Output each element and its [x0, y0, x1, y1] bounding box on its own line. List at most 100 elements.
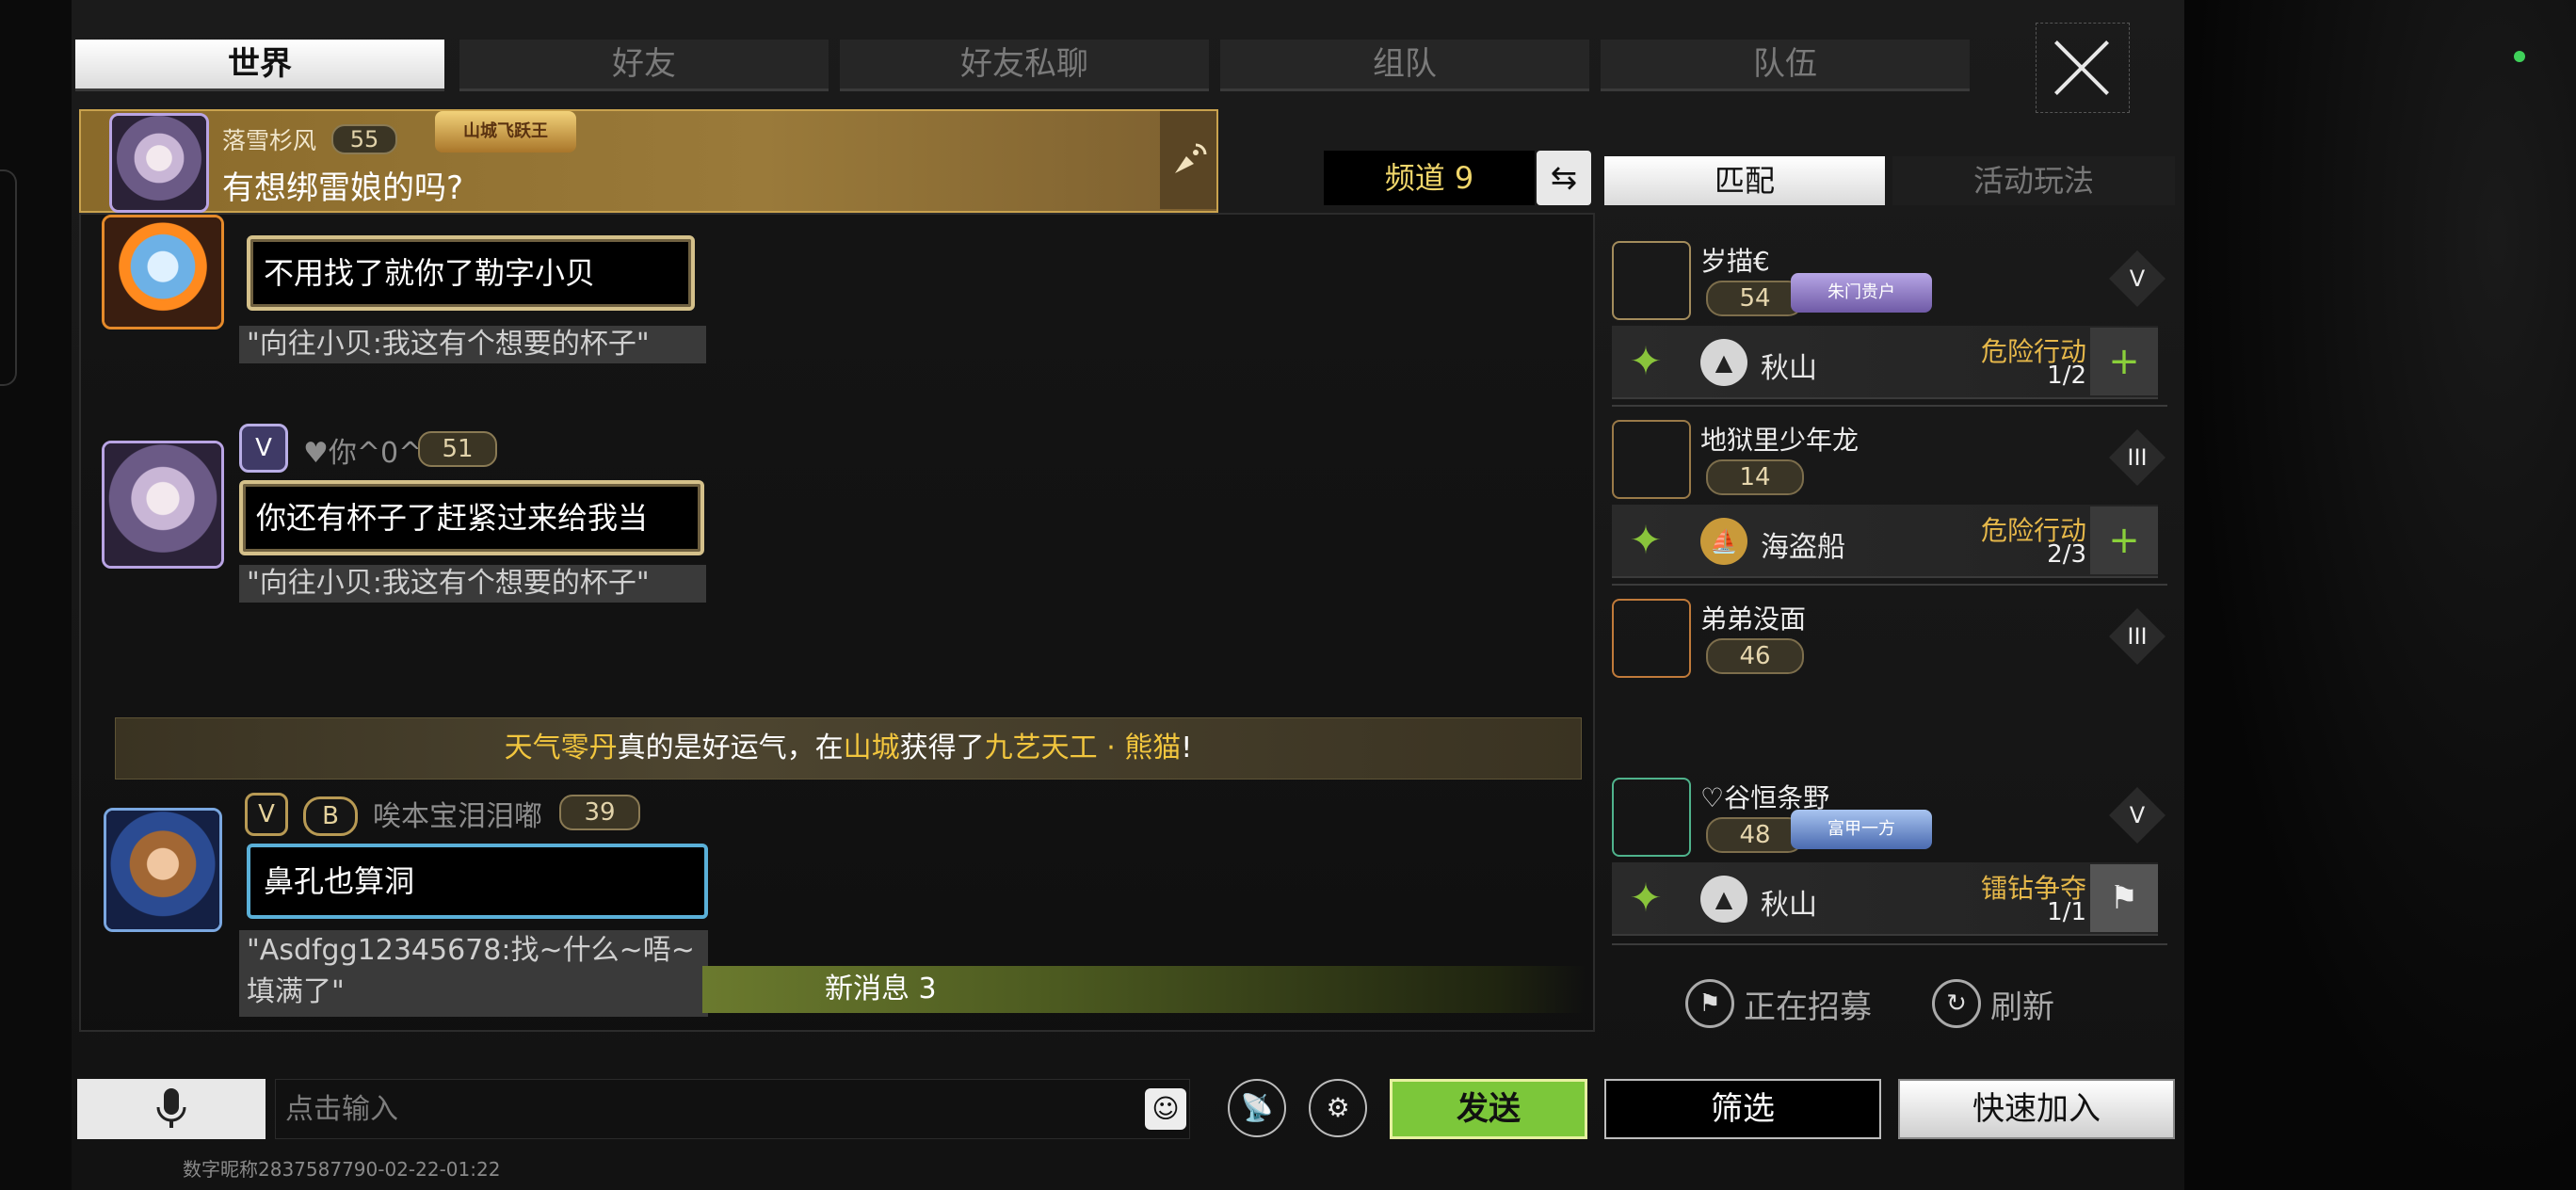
title-badge: 山城飞跃王: [435, 111, 576, 153]
new-messages-banner[interactable]: 新消息 3: [702, 966, 1587, 1013]
rank-icon: III: [2109, 608, 2165, 665]
quick-join-button[interactable]: 快速加入: [1898, 1079, 2175, 1139]
title-badge: 富甲一方: [1791, 810, 1932, 849]
pinned-message[interactable]: 落雪杉风 55 山城飞跃王 有想绑雷娘的吗?: [79, 109, 1218, 213]
list-item[interactable]: ♡谷恒条野 48 富甲一方 V ✦ ▲ 秋山 镭钻争夺 1/1 ⚑: [1612, 778, 2175, 938]
tab-friend-chat[interactable]: 好友私聊: [840, 40, 1209, 91]
chat-bubble: 你还有杯子了赶紧过来给我当: [239, 480, 704, 555]
announcement-text: !: [1181, 732, 1193, 764]
mountain-icon: ▲: [1700, 876, 1747, 923]
background-right: [2184, 0, 2576, 1190]
announcement-text: 获得了: [899, 732, 985, 764]
level-badge: 55: [331, 124, 397, 154]
avatar[interactable]: [1612, 778, 1691, 857]
quote-text: "向往小贝:我这有个想要的杯子": [239, 326, 706, 363]
map-name: 秋山: [1761, 352, 1817, 385]
swap-icon[interactable]: ⇆: [1537, 151, 1591, 205]
tab-world[interactable]: 世界: [75, 40, 444, 91]
tab-match[interactable]: 匹配: [1604, 156, 1885, 205]
team-leader-name: 弟弟没面: [1700, 603, 1807, 635]
avatar[interactable]: [102, 215, 224, 330]
close-icon[interactable]: [2036, 23, 2130, 113]
divider: [1612, 943, 2167, 945]
map-name: 海盗船: [1761, 531, 1845, 564]
recruiting-button[interactable]: ⚑ 正在招募: [1685, 979, 1872, 1028]
vip-badge: V: [239, 424, 288, 473]
quote-text: "Asdfgg12345678:找~什么~唔~填满了": [239, 930, 708, 1017]
avatar[interactable]: [104, 808, 222, 932]
team-info-row: ✦ ⛵ 海盗船 危险行动 2/3 +: [1612, 505, 2158, 578]
side-handle[interactable]: [0, 169, 17, 386]
avatar[interactable]: [1612, 241, 1691, 320]
flag-icon: ⚑: [1685, 979, 1734, 1028]
member-count: 1/2: [2047, 362, 2086, 390]
footer-watermark: 数字昵称2837587790-02-22-01:22: [183, 1158, 501, 1181]
status-dot: [2514, 51, 2525, 62]
divider: [1612, 405, 2167, 407]
pinned-name: 落雪杉风: [222, 127, 317, 154]
avatar[interactable]: [102, 441, 224, 569]
mic-icon[interactable]: [77, 1079, 266, 1139]
tab-friends[interactable]: 好友: [459, 40, 829, 91]
sender-name: ♥你^0^: [303, 437, 423, 470]
pinned-text: 有想绑雷娘的吗?: [222, 169, 464, 207]
refresh-button[interactable]: ↻ 刷新: [1932, 979, 2054, 1028]
tab-activities[interactable]: 活动玩法: [1892, 156, 2175, 205]
wing-icon: ✦: [1629, 875, 1663, 921]
list-item[interactable]: 弟弟没面 46 III: [1612, 599, 2175, 712]
player-name: 天气零丹: [504, 732, 618, 764]
level-badge: 46: [1706, 638, 1804, 674]
emoji-icon[interactable]: ☺: [1145, 1088, 1186, 1130]
rank-icon: V: [2109, 787, 2165, 844]
divider: [1612, 584, 2167, 586]
list-item[interactable]: 地狱里少年龙 14 III ✦ ⛵ 海盗船 危险行动 2/3 +: [1612, 420, 2175, 580]
ship-icon: ⛵: [1700, 518, 1747, 565]
broadcast-icon[interactable]: [1160, 111, 1216, 209]
rank-icon: III: [2109, 429, 2165, 486]
level-badge: 51: [418, 431, 497, 467]
chat-bubble: 不用找了就你了勒字小贝: [247, 235, 695, 311]
join-button[interactable]: +: [2090, 507, 2158, 574]
chat-bubble: 鼻孔也算洞: [247, 844, 708, 919]
team-leader-name: 地狱里少年龙: [1700, 425, 1860, 456]
mountain-icon: ▲: [1700, 339, 1747, 386]
sender-name: 唉本宝泪泪嘟: [373, 800, 542, 833]
title-badge: 朱门贵户: [1791, 273, 1932, 313]
level-badge: 14: [1706, 459, 1804, 495]
message-input[interactable]: 点击输入: [275, 1079, 1190, 1139]
title-badge: B: [303, 796, 358, 836]
join-button[interactable]: +: [2090, 328, 2158, 395]
chat-messages[interactable]: 不用找了就你了勒字小贝 "向往小贝:我这有个想要的杯子" V ♥你^0^ 51 …: [79, 213, 1595, 1032]
location-name: 山城: [843, 732, 900, 764]
list-item[interactable]: 岁描€ 54 朱门贵户 V ✦ ▲ 秋山 危险行动 1/2 +: [1612, 241, 2175, 401]
map-name: 秋山: [1761, 889, 1817, 922]
send-button[interactable]: 发送: [1390, 1079, 1587, 1139]
member-count: 2/3: [2047, 540, 2086, 569]
level-badge: 39: [559, 795, 640, 830]
level-badge: 48: [1706, 817, 1804, 853]
broadcast-icon[interactable]: 📡: [1228, 1079, 1286, 1137]
rank-icon: V: [2109, 250, 2165, 307]
avatar[interactable]: [1612, 420, 1691, 499]
avatar[interactable]: [1612, 599, 1691, 678]
member-count: 1/1: [2047, 898, 2086, 926]
filter-button[interactable]: 筛选: [1604, 1079, 1881, 1139]
level-badge: 54: [1706, 281, 1804, 316]
channel-selector[interactable]: 频道 9: [1324, 151, 1535, 205]
wing-icon: ✦: [1629, 338, 1663, 384]
item-name: 九艺天工 · 熊猫: [984, 732, 1182, 764]
tab-team-up[interactable]: 组队: [1220, 40, 1589, 91]
tab-party[interactable]: 队伍: [1601, 40, 1970, 91]
team-info-row: ✦ ▲ 秋山 危险行动 1/2 +: [1612, 326, 2158, 399]
refresh-icon: ↻: [1932, 979, 1981, 1028]
recruiting-label: 正在招募: [1744, 988, 1872, 1026]
chat-settings-icon[interactable]: ⚙: [1309, 1079, 1367, 1137]
wing-icon: ✦: [1629, 517, 1663, 563]
announcement-text: 真的是好运气，在: [617, 732, 844, 764]
refresh-label: 刷新: [1990, 988, 2054, 1026]
flag-icon[interactable]: ⚑: [2090, 864, 2158, 932]
team-leader-name: 岁描€: [1700, 246, 1770, 277]
avatar[interactable]: [109, 113, 209, 213]
vip-badge: V: [245, 793, 288, 836]
team-list[interactable]: 岁描€ 54 朱门贵户 V ✦ ▲ 秋山 危险行动 1/2 + 地狱里少年龙 1…: [1604, 213, 2175, 957]
